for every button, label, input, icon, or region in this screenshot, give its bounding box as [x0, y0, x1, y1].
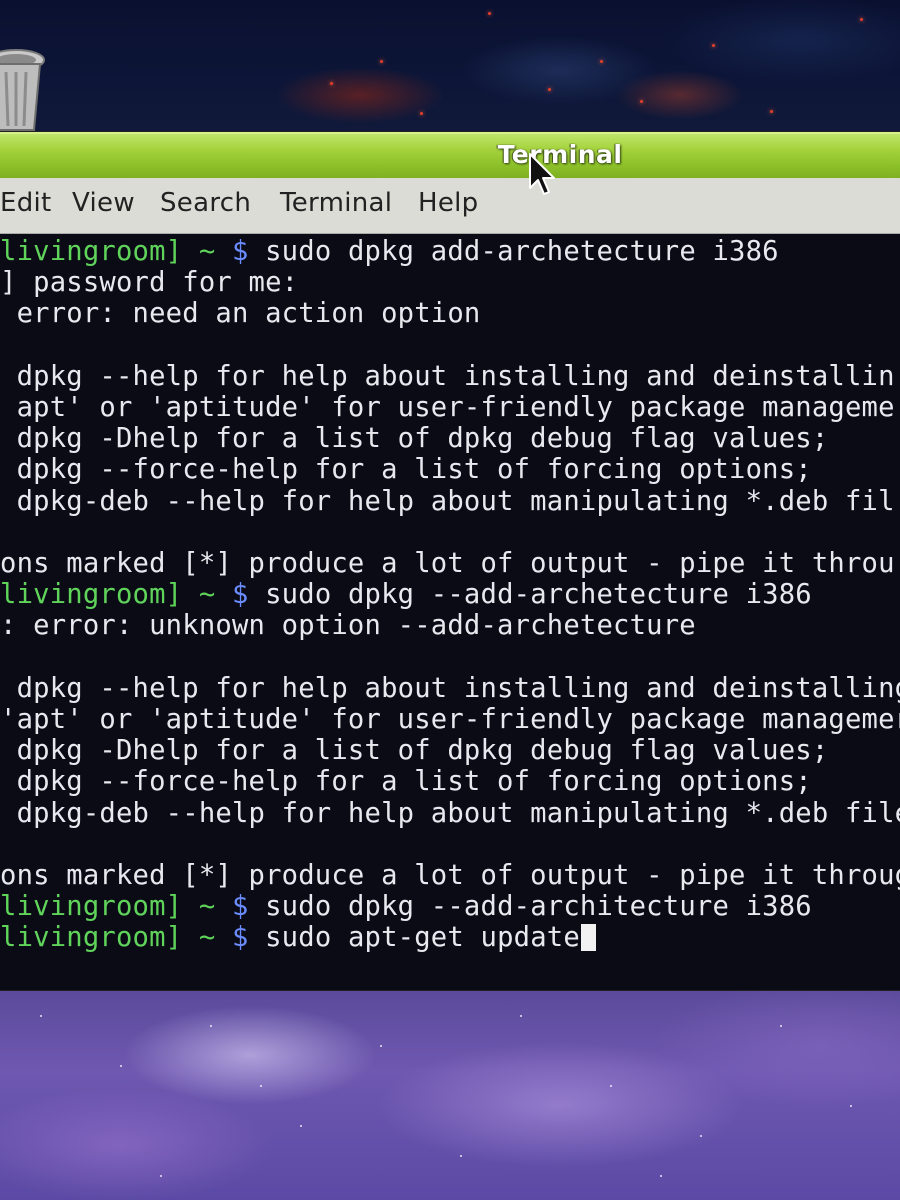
output-text: dpkg -Dhelp for a list of dpkg debug fla… — [0, 423, 829, 455]
output-text: dpkg --help for help about installing an… — [0, 360, 895, 392]
menu-help[interactable]: Help — [418, 188, 478, 218]
terminal-output-line: dpkg -Dhelp for a list of dpkg debug fla… — [0, 735, 829, 767]
menu-view[interactable]: View — [72, 188, 135, 218]
desktop-wallpaper-bottom — [0, 985, 900, 1200]
terminal-output[interactable]: livingroom] ~ $ sudo dpkg add-archetectu… — [0, 234, 900, 990]
output-text: dpkg --help for help about installing an… — [0, 672, 900, 704]
terminal-prompt-line: livingroom] ~ $ sudo dpkg --add-architec… — [0, 891, 812, 923]
window-title: Terminal — [497, 140, 623, 169]
output-text: dpkg-deb --help for help about manipulat… — [0, 797, 900, 829]
terminal-output-line: ] password for me: — [0, 267, 298, 299]
menu-edit[interactable]: Edit — [0, 188, 52, 218]
menu-search[interactable]: Search — [160, 188, 251, 218]
prompt-host: livingroom] ~ — [0, 922, 232, 954]
output-text: apt' or 'aptitude' for user-friendly pac… — [0, 392, 895, 423]
menu-terminal[interactable]: Terminal — [280, 188, 392, 218]
terminal-output-line: dpkg -Dhelp for a list of dpkg debug fla… — [0, 423, 829, 455]
prompt-symbol: $ — [231, 891, 249, 923]
terminal-output-line: 'apt' or 'aptitude' for user-friendly pa… — [0, 704, 900, 736]
command-text: sudo dpkg add-archetecture i386 — [248, 236, 779, 267]
terminal-output-line: dpkg --force-help for a list of forcing … — [0, 766, 812, 798]
trash-icon[interactable] — [0, 46, 46, 136]
terminal-window[interactable]: Terminal Edit View Search Terminal Help … — [0, 132, 900, 990]
terminal-output-line: dpkg --help for help about installing an… — [0, 673, 900, 705]
prompt-host: livingroom] ~ — [0, 891, 232, 923]
output-text: dpkg-deb --help for help about manipulat… — [0, 485, 895, 517]
terminal-output-line: dpkg-deb --help for help about manipulat… — [0, 486, 895, 518]
prompt-host: livingroom] ~ — [0, 579, 232, 611]
menu-bar: Edit View Search Terminal Help — [0, 178, 900, 234]
desktop-screen: Terminal Edit View Search Terminal Help … — [0, 0, 900, 1200]
command-text: sudo dpkg --add-archetecture i386 — [248, 579, 812, 611]
output-text: 'apt' or 'aptitude' for user-friendly pa… — [0, 704, 900, 735]
window-titlebar[interactable]: Terminal — [0, 132, 900, 178]
mouse-pointer-icon — [528, 152, 558, 198]
terminal-output-line: : error: unknown option --add-archetectu… — [0, 610, 696, 642]
command-text: sudo apt-get update — [248, 922, 580, 954]
terminal-output-line: dpkg-deb --help for help about manipulat… — [0, 798, 900, 830]
terminal-output-line: dpkg --force-help for a list of forcing … — [0, 454, 812, 486]
prompt-host: livingroom] ~ — [0, 236, 232, 267]
text-cursor — [580, 924, 596, 952]
output-text: dpkg --force-help for a list of forcing … — [0, 454, 812, 486]
output-text: dpkg --force-help for a list of forcing … — [0, 766, 812, 798]
output-text: dpkg -Dhelp for a list of dpkg debug fla… — [0, 735, 829, 767]
terminal-prompt-line: livingroom] ~ $ sudo dpkg add-archetectu… — [0, 236, 779, 268]
output-text: ons marked [*] produce a lot of output -… — [0, 860, 900, 891]
terminal-output-line: ons marked [*] produce a lot of output -… — [0, 548, 895, 580]
prompt-symbol: $ — [231, 236, 249, 267]
terminal-output-line: dpkg --help for help about installing an… — [0, 361, 895, 393]
output-text: ] password for me: — [0, 267, 299, 299]
terminal-output-line: error: need an action option — [0, 298, 481, 330]
desktop-wallpaper-top — [0, 0, 900, 140]
output-text: error: need an action option — [0, 298, 481, 330]
output-text: : error: unknown option --add-archetectu… — [0, 610, 696, 642]
prompt-symbol: $ — [231, 922, 249, 954]
terminal-prompt-line: livingroom] ~ $ sudo apt-get update — [0, 922, 596, 954]
prompt-symbol: $ — [231, 579, 249, 611]
terminal-output-line: apt' or 'aptitude' for user-friendly pac… — [0, 392, 895, 424]
terminal-output-line: ons marked [*] produce a lot of output -… — [0, 860, 900, 892]
terminal-prompt-line: livingroom] ~ $ sudo dpkg --add-archetec… — [0, 579, 812, 611]
output-text: ons marked [*] produce a lot of output -… — [0, 548, 895, 579]
command-text: sudo dpkg --add-architecture i386 — [248, 891, 812, 923]
